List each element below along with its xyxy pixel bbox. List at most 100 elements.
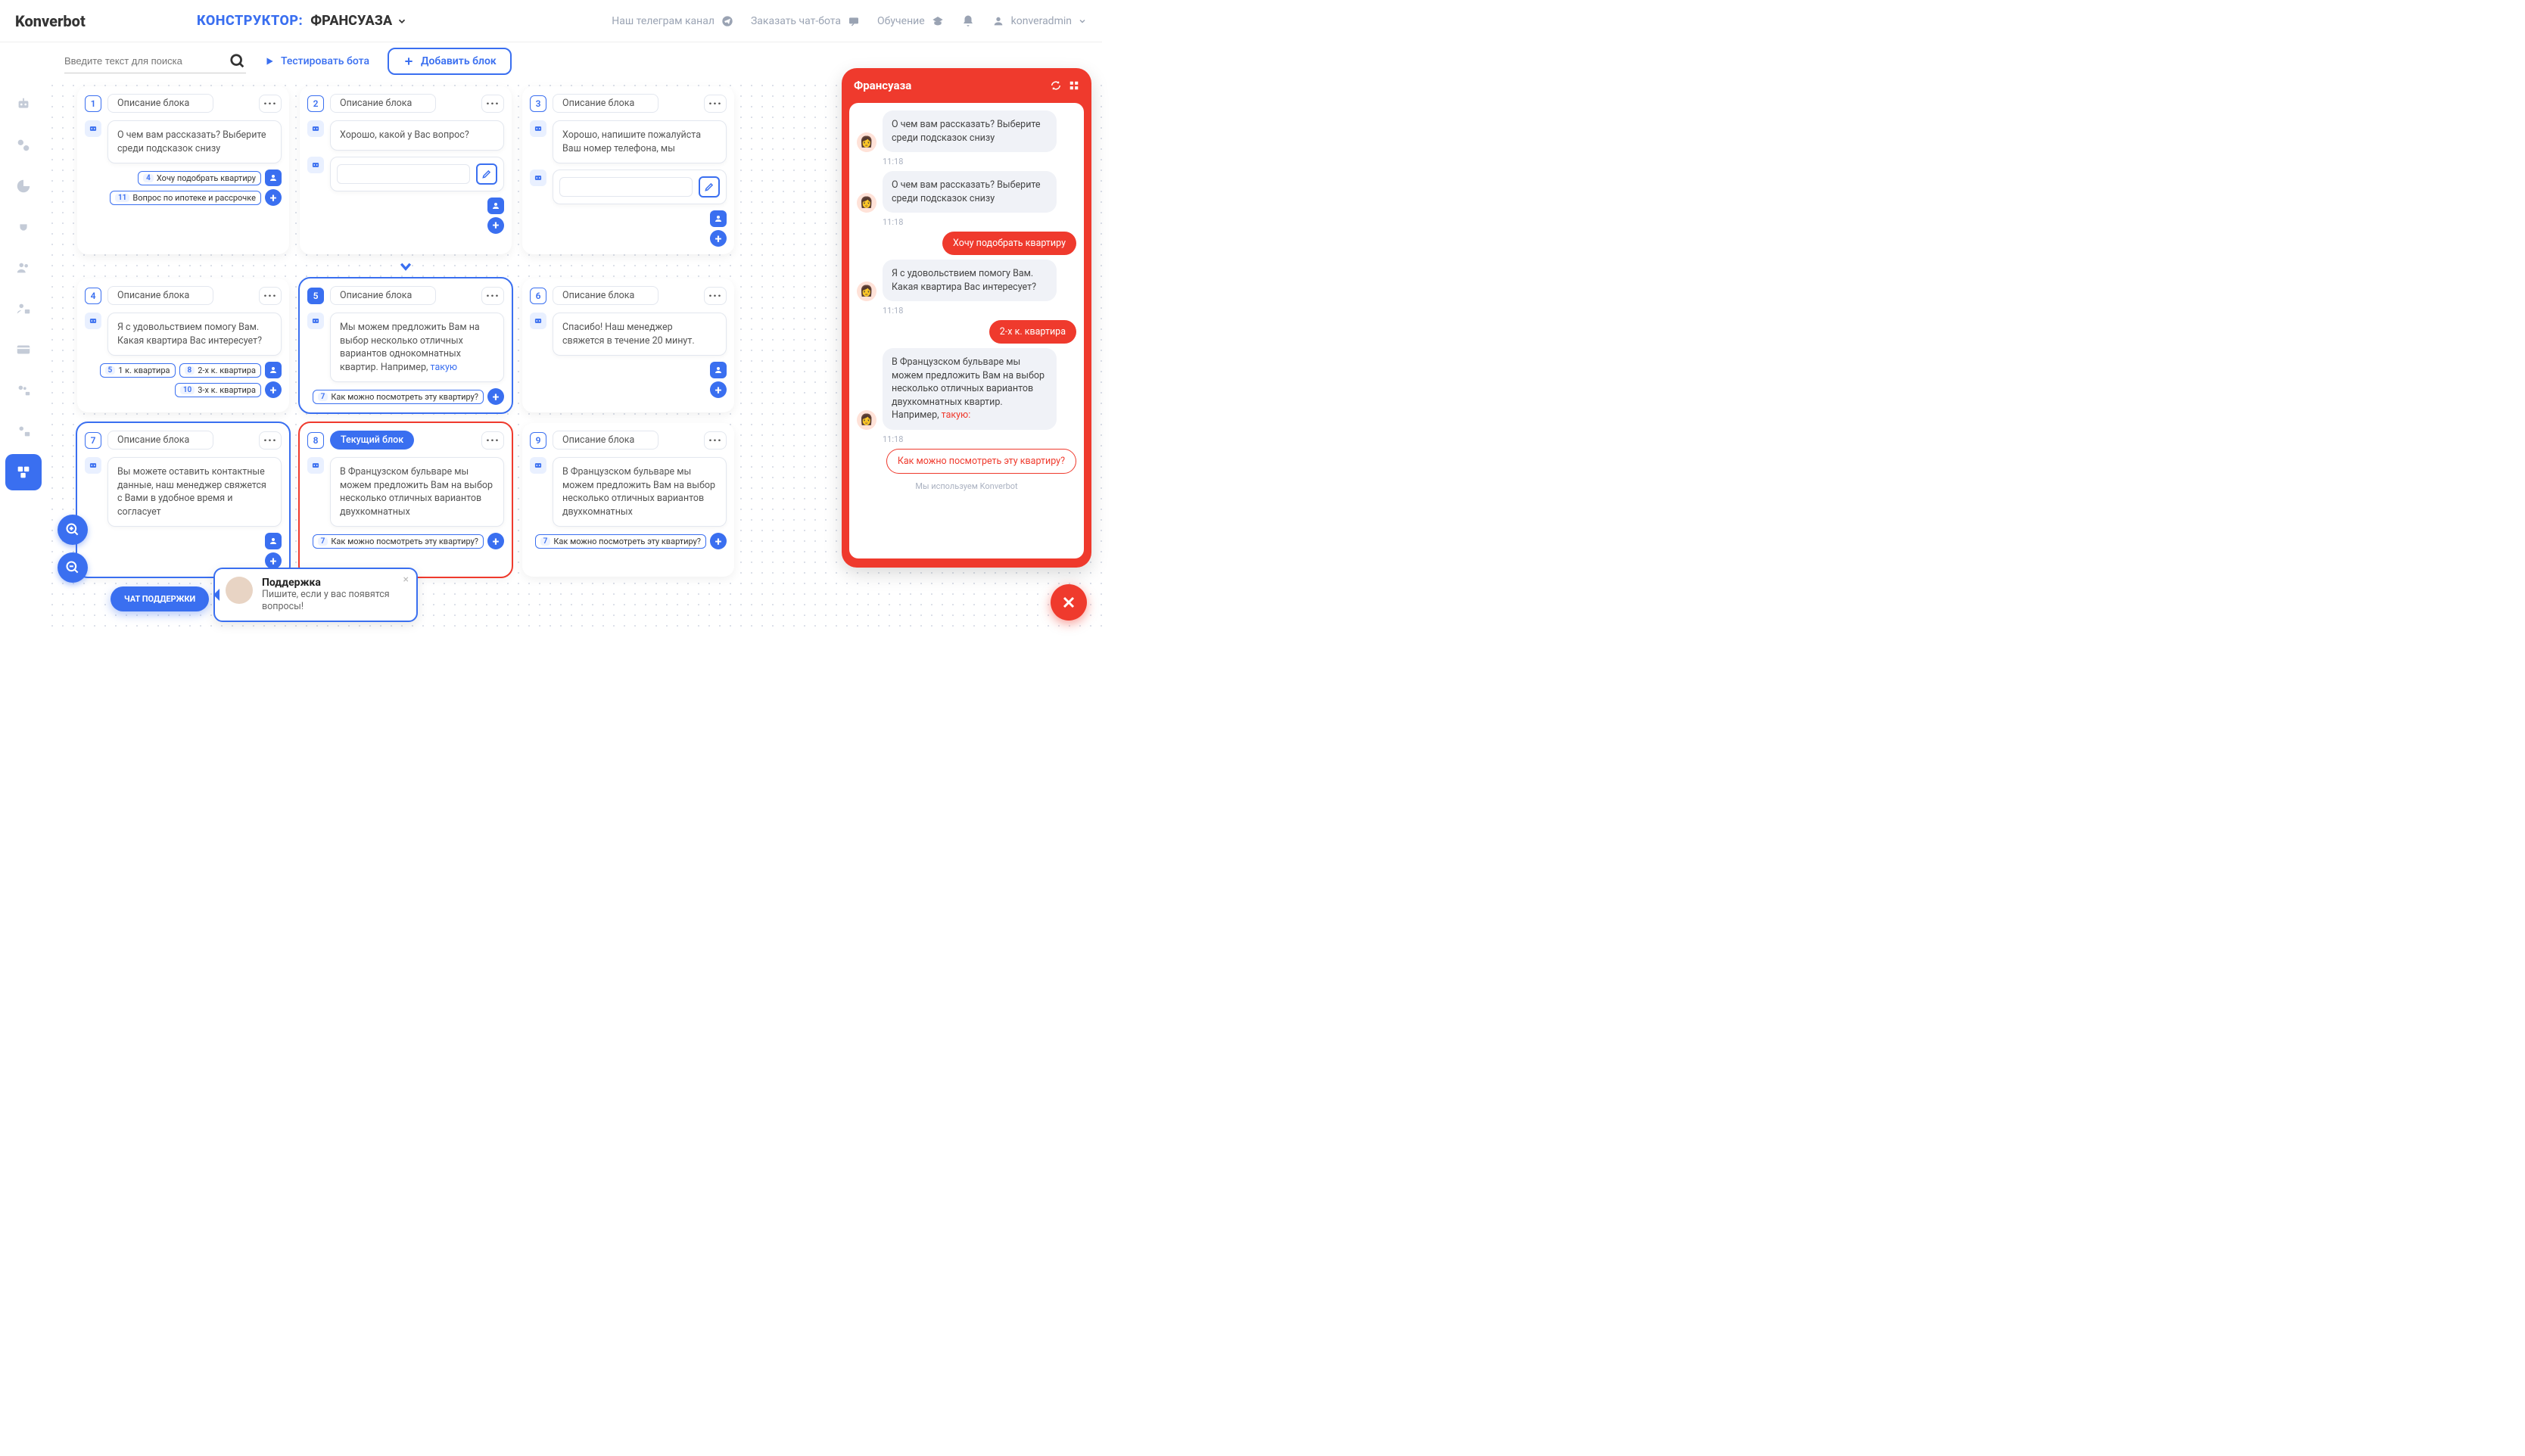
tag[interactable]: 103-х к. квартира bbox=[175, 383, 261, 397]
tag[interactable]: 4Хочу подобрать квартиру bbox=[138, 171, 261, 185]
search-input[interactable] bbox=[64, 55, 220, 67]
nav-users-lock2-icon[interactable] bbox=[5, 372, 42, 409]
block-input[interactable] bbox=[330, 157, 504, 191]
block-header: 3Описание блока··· bbox=[530, 94, 727, 113]
preview-bubble: О чем вам рассказать? Выберите среди под… bbox=[883, 110, 1057, 152]
block-desc[interactable]: Описание блока bbox=[553, 286, 658, 305]
nav-user-lock3-icon[interactable] bbox=[5, 413, 42, 450]
bot-icon bbox=[307, 313, 324, 329]
add-tag-button[interactable]: + bbox=[710, 533, 727, 549]
block-desc[interactable]: Описание блока bbox=[330, 286, 436, 305]
topbar: Konverbot КОНСТРУКТОР: ФРАНСУАЗА Наш тел… bbox=[0, 0, 1102, 42]
block-7[interactable]: 7Описание блока···Вы можете оставить кон… bbox=[77, 423, 289, 577]
edit-icon[interactable] bbox=[699, 176, 720, 198]
topbar-right: Наш телеграм канал Заказать чат-бота Обу… bbox=[612, 14, 1087, 28]
tag[interactable]: 82-х к. квартира bbox=[179, 363, 261, 378]
nav-user-lock-icon[interactable] bbox=[5, 291, 42, 327]
nav-card-icon[interactable] bbox=[5, 331, 42, 368]
add-tag-button[interactable]: + bbox=[265, 189, 282, 206]
tags-row: + bbox=[85, 552, 282, 569]
block-number: 5 bbox=[307, 288, 324, 304]
block-desc[interactable]: Описание блока bbox=[107, 431, 213, 450]
chevron-down-icon bbox=[394, 259, 417, 274]
preview-user-bubble: Хочу подобрать квартиру bbox=[942, 232, 1076, 255]
support-chat-pill[interactable]: ЧАТ ПОДДЕРЖКИ bbox=[111, 586, 209, 611]
block-9[interactable]: 9Описание блока···В Французском бульваре… bbox=[522, 423, 734, 577]
block-desc[interactable]: Описание блока bbox=[553, 94, 658, 113]
telegram-link[interactable]: Наш телеграм канал bbox=[612, 14, 734, 28]
block-desc-chip[interactable]: Текущий блок bbox=[330, 431, 414, 450]
search-icon[interactable] bbox=[229, 53, 246, 70]
preview-time: 11:18 bbox=[883, 157, 1076, 166]
add-block-button[interactable]: Добавить блок bbox=[388, 48, 512, 75]
nav-chart-icon[interactable] bbox=[5, 168, 42, 204]
block-menu-button[interactable]: ··· bbox=[259, 287, 282, 305]
block-2[interactable]: 2Описание блока···Хорошо, какой у Вас во… bbox=[300, 86, 512, 254]
block-1[interactable]: 1Описание блока···О чем вам рассказать? … bbox=[77, 86, 289, 254]
add-tag-button[interactable]: + bbox=[487, 533, 504, 549]
expand-icon[interactable] bbox=[1069, 80, 1079, 91]
user-menu[interactable]: konveradmin bbox=[992, 14, 1087, 28]
refresh-icon[interactable] bbox=[1051, 80, 1061, 91]
block-header: 6Описание блока··· bbox=[530, 286, 727, 305]
avatar-icon bbox=[710, 210, 727, 227]
tag[interactable]: 7Как можно посмотреть эту квартиру? bbox=[313, 390, 484, 404]
block-menu-button[interactable]: ··· bbox=[481, 431, 504, 450]
block-8[interactable]: 8Текущий блок···В Французском бульваре м… bbox=[300, 423, 512, 577]
nav-gears-icon[interactable] bbox=[5, 127, 42, 163]
bot-avatar-icon: 👩 bbox=[857, 132, 876, 152]
preview-user-msg: 2-х к. квартира bbox=[857, 320, 1076, 344]
block-menu-button[interactable]: ··· bbox=[704, 287, 727, 305]
bot-name-dropdown[interactable]: ФРАНСУАЗА bbox=[310, 13, 407, 29]
block-desc[interactable]: Описание блока bbox=[553, 431, 658, 450]
learn-link[interactable]: Обучение bbox=[877, 14, 945, 28]
nav-users-icon[interactable] bbox=[5, 250, 42, 286]
block-menu-button[interactable]: ··· bbox=[259, 95, 282, 113]
add-tag-button[interactable]: + bbox=[487, 217, 504, 234]
tags-row: + bbox=[307, 217, 504, 234]
block-4[interactable]: 4Описание блока···Я с удовольствием помо… bbox=[77, 278, 289, 412]
avatar-icon bbox=[487, 198, 504, 214]
order-bot-link[interactable]: Заказать чат-бота bbox=[751, 14, 861, 28]
block-input[interactable] bbox=[553, 170, 727, 204]
zoom-in-button[interactable] bbox=[58, 515, 88, 545]
block-desc[interactable]: Описание блока bbox=[330, 94, 436, 113]
block-5[interactable]: 5Описание блока···Мы можем предложить Ва… bbox=[300, 278, 512, 412]
add-tag-button[interactable]: + bbox=[265, 381, 282, 398]
preview-user-bubble: 2-х к. квартира bbox=[989, 320, 1076, 344]
test-bot-button[interactable]: Тестировать бота bbox=[264, 55, 369, 67]
nav-bot-icon[interactable] bbox=[5, 86, 42, 123]
block-menu-button[interactable]: ··· bbox=[704, 431, 727, 450]
block-header: 5 Описание блока ··· bbox=[307, 286, 504, 305]
add-tag-button[interactable]: + bbox=[710, 230, 727, 247]
tag[interactable]: 7Как можно посмотреть эту квартиру? bbox=[535, 534, 706, 549]
zoom-out-button[interactable] bbox=[58, 552, 88, 583]
block-menu-button[interactable]: ··· bbox=[259, 431, 282, 450]
edit-icon[interactable] bbox=[476, 163, 497, 185]
block-3[interactable]: 3Описание блока···Хорошо, напишите пожал… bbox=[522, 86, 734, 254]
block-header: 8Текущий блок··· bbox=[307, 431, 504, 450]
block-desc[interactable]: Описание блока bbox=[107, 94, 213, 113]
block-message: Хорошо, напишите пожалуйста Ваш номер те… bbox=[553, 120, 727, 163]
tag[interactable]: 7Как можно посмотреть эту квартиру? bbox=[313, 534, 484, 549]
preview-time: 11:18 bbox=[883, 306, 1076, 316]
close-icon[interactable]: × bbox=[403, 574, 409, 586]
block-6[interactable]: 6Описание блока···Спасибо! Наш менеджер … bbox=[522, 278, 734, 412]
add-tag-button[interactable]: + bbox=[487, 388, 504, 405]
logo: Konverbot bbox=[15, 12, 197, 30]
bell-icon[interactable] bbox=[961, 14, 975, 28]
nav-plug-icon[interactable] bbox=[5, 209, 42, 245]
tag[interactable]: 51 к. квартира bbox=[100, 363, 176, 378]
block-menu-button[interactable]: ··· bbox=[481, 95, 504, 113]
tag[interactable]: 11Вопрос по ипотеке и рассрочке bbox=[110, 191, 261, 205]
preview-footer: Мы используем Konverbot bbox=[857, 481, 1076, 491]
preview-suggestion-button[interactable]: Как можно посмотреть эту квартиру? bbox=[886, 449, 1076, 474]
close-preview-fab[interactable] bbox=[1051, 584, 1087, 621]
add-tag-button[interactable]: + bbox=[265, 552, 282, 569]
nav-blocks-icon[interactable] bbox=[5, 454, 42, 490]
block-menu-button[interactable]: ··· bbox=[481, 287, 504, 305]
block-message: В Французском бульваре мы можем предложи… bbox=[553, 457, 727, 527]
block-menu-button[interactable]: ··· bbox=[704, 95, 727, 113]
add-tag-button[interactable]: + bbox=[710, 381, 727, 398]
block-desc[interactable]: Описание блока bbox=[107, 286, 213, 305]
